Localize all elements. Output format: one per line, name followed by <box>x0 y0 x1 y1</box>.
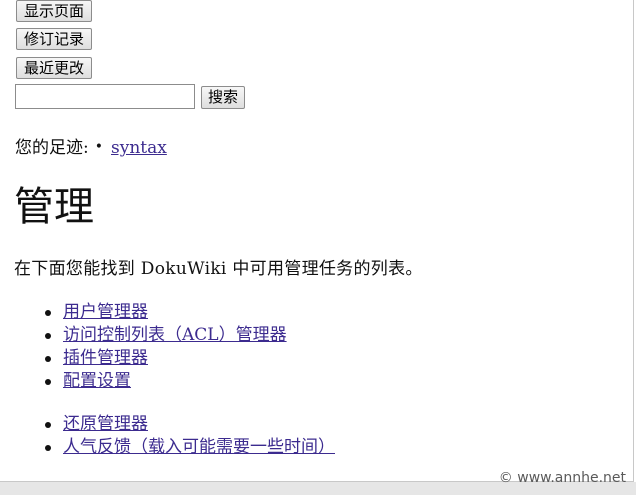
search-button[interactable]: 搜索 <box>201 86 246 109</box>
intro-text: 在下面您能找到 DokuWiki 中可用管理任务的列表。 <box>14 259 423 279</box>
show-page-button[interactable]: 显示页面 <box>16 0 93 22</box>
bullet-icon <box>45 310 51 316</box>
search-input[interactable] <box>15 84 195 109</box>
page-frame: 显示页面 修订记录 最近更改 搜索 您的足迹: • syntax 管理 在下面您能找… <box>0 0 634 482</box>
popularity-feedback-link[interactable]: 人气反馈（载入可能需要一些时间） <box>63 437 335 457</box>
watermark: © www.annhe.net <box>498 470 626 486</box>
breadcrumb: 您的足迹: • syntax <box>15 136 167 159</box>
bullet-icon <box>45 445 51 451</box>
breadcrumb-bullet: • <box>94 139 103 155</box>
bullet-icon <box>45 422 51 428</box>
user-manager-link[interactable]: 用户管理器 <box>63 302 148 322</box>
breadcrumb-label: 您的足迹: <box>15 138 89 158</box>
acl-manager-link[interactable]: 访问控制列表（ACL）管理器 <box>63 325 287 345</box>
list-item: 插件管理器 <box>0 347 287 370</box>
bullet-icon <box>45 379 51 385</box>
list-item: 用户管理器 <box>0 301 287 324</box>
revisions-button[interactable]: 修订记录 <box>16 28 93 50</box>
list-item: 访问控制列表（ACL）管理器 <box>0 324 287 347</box>
page-title: 管理 <box>14 184 94 230</box>
breadcrumb-link-syntax[interactable]: syntax <box>111 138 167 158</box>
revert-manager-link[interactable]: 还原管理器 <box>63 414 148 434</box>
admin-task-list: 用户管理器 访问控制列表（ACL）管理器 插件管理器 配置设置 <box>0 301 287 393</box>
list-item: 人气反馈（载入可能需要一些时间） <box>0 436 335 459</box>
list-item: 配置设置 <box>0 370 287 393</box>
bullet-icon <box>45 333 51 339</box>
plugin-manager-link[interactable]: 插件管理器 <box>63 348 148 368</box>
recent-changes-button[interactable]: 最近更改 <box>16 57 93 79</box>
bullet-icon <box>45 356 51 362</box>
extra-task-list: 还原管理器 人气反馈（载入可能需要一些时间） <box>0 413 335 459</box>
config-settings-link[interactable]: 配置设置 <box>63 371 131 391</box>
list-item: 还原管理器 <box>0 413 335 436</box>
